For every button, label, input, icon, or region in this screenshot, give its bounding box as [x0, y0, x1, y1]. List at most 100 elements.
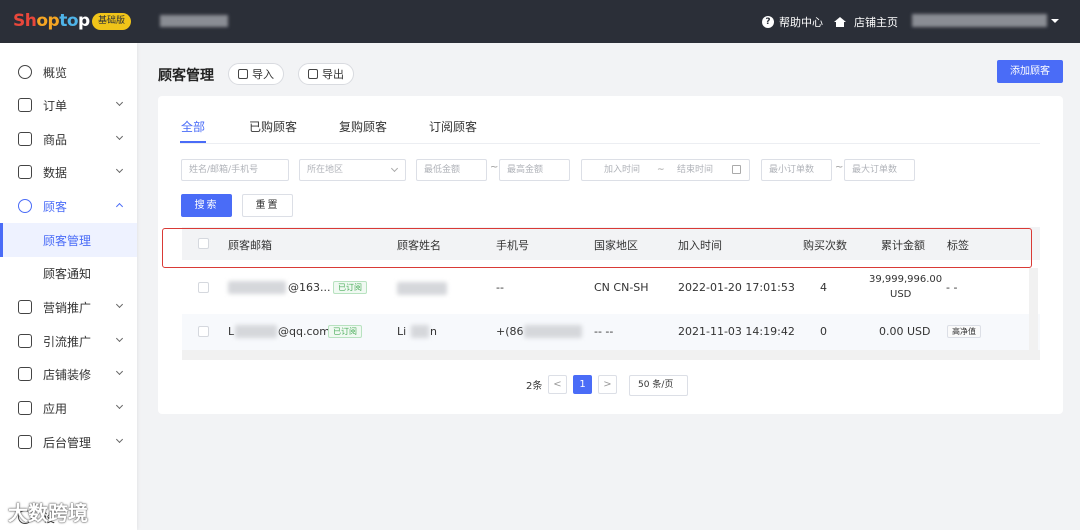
plan-badge: 基础版: [92, 13, 132, 30]
tab-subscribed[interactable]: 订阅顾客: [429, 118, 477, 135]
range-separator: ~: [490, 162, 499, 173]
admin-icon: [18, 435, 32, 449]
sidebar-item-traffic[interactable]: 引流推广: [0, 324, 137, 358]
reset-button[interactable]: 重置: [242, 194, 293, 217]
watermark: 大数跨境: [8, 501, 88, 525]
name-redacted: [411, 325, 429, 338]
sidebar-item-overview[interactable]: 概览: [0, 55, 137, 89]
chevron-down-icon: [115, 132, 124, 141]
home-icon: [834, 16, 846, 27]
import-button[interactable]: 导入: [228, 63, 284, 85]
amount-cell: 39,999,996.00: [869, 274, 943, 285]
row-checkbox[interactable]: [198, 326, 209, 337]
calendar-icon: [732, 165, 741, 174]
tag-cell: - -: [946, 281, 958, 294]
add-customer-button[interactable]: 添加顾客: [997, 60, 1063, 83]
sidebar-item-customers[interactable]: 顾客: [0, 189, 137, 223]
active-tab-indicator: [180, 141, 206, 143]
top-bar: Shoptop 基础版 ? 帮助中心 店铺主页: [0, 0, 1080, 43]
chevron-down-icon: [115, 300, 124, 309]
range-separator: ~: [835, 162, 844, 173]
region-cell: CN CN-SH: [594, 281, 649, 294]
total-count: 2条: [526, 381, 543, 392]
joined-cell: 2021-11-03 14:19:42: [678, 325, 795, 338]
help-center-link[interactable]: ? 帮助中心: [762, 14, 823, 30]
chevron-down-icon: [115, 367, 124, 376]
tag-badge: 高净值: [947, 325, 981, 338]
shoptop-logo[interactable]: Shoptop: [13, 11, 90, 31]
email-prefix: L: [228, 325, 235, 338]
customer-icon: [18, 199, 32, 213]
sidebar-item-apps[interactable]: 应用: [0, 391, 137, 425]
sidebar: 概览 订单 商品 数据 顾客 顾客管理 顾客通知 营销推广 引流推广 店铺装修: [0, 43, 137, 530]
export-button[interactable]: 导出: [298, 63, 354, 85]
chevron-down-icon: [390, 164, 399, 173]
chevron-up-icon: [115, 202, 124, 211]
region-select[interactable]: 所在地区: [299, 159, 406, 181]
horizontal-scrollbar[interactable]: [182, 350, 1040, 360]
table-header-highlight: [162, 228, 1032, 268]
sidebar-item-customer-management[interactable]: 顾客管理: [0, 223, 137, 257]
name-redacted: [397, 282, 447, 295]
join-date-range-picker[interactable]: 加入时间 ~ 结束时间: [581, 159, 750, 181]
product-icon: [18, 132, 32, 146]
phone-cell: +(86: [496, 325, 524, 338]
tab-purchased[interactable]: 已购顾客: [249, 118, 297, 135]
vertical-scrollbar[interactable]: [1029, 268, 1038, 352]
compass-icon: [18, 65, 32, 79]
sidebar-item-data[interactable]: 数据: [0, 155, 137, 189]
chevron-down-icon: [115, 165, 124, 174]
chevron-down-icon: [115, 98, 124, 107]
row-checkbox[interactable]: [198, 282, 209, 293]
email-cell: @163...: [288, 281, 331, 294]
account-redacted[interactable]: [912, 14, 1047, 27]
email-cell: @qq.com: [278, 325, 330, 338]
amount-currency-cell: USD: [890, 289, 912, 300]
subscribed-badge: 已订阅: [328, 325, 362, 338]
page-size-select[interactable]: 50 条/页: [629, 375, 688, 396]
phone-redacted: [524, 325, 582, 338]
order-icon: [18, 98, 32, 112]
sidebar-item-products[interactable]: 商品: [0, 122, 137, 156]
tab-all[interactable]: 全部: [181, 118, 205, 135]
chevron-down-icon: [115, 435, 124, 444]
next-page-button[interactable]: >: [598, 375, 617, 394]
joined-cell: 2022-01-20 17:01:53: [678, 281, 795, 294]
email-redacted: [228, 281, 286, 294]
max-amount-input[interactable]: 最高金额: [499, 159, 570, 181]
store-home-link[interactable]: 店铺主页: [834, 14, 898, 30]
keyword-search-input[interactable]: 姓名/邮箱/手机号: [181, 159, 289, 181]
chevron-down-icon: [115, 334, 124, 343]
tab-divider: [180, 143, 1040, 144]
prev-page-button[interactable]: <: [548, 375, 567, 394]
orders-cell: 4: [820, 281, 827, 294]
traffic-icon: [18, 334, 32, 348]
apps-icon: [18, 401, 32, 415]
import-icon: [238, 69, 248, 79]
max-orders-input[interactable]: 最大订单数: [844, 159, 915, 181]
chevron-down-icon: [115, 401, 124, 410]
decoration-icon: [18, 367, 32, 381]
table-row[interactable]: L @qq.com 已订阅 Li n +(86 -- -- 2021-11-03…: [182, 314, 1040, 350]
search-button[interactable]: 搜索: [181, 194, 232, 217]
data-icon: [18, 165, 32, 179]
account-dropdown-icon[interactable]: [1051, 19, 1059, 23]
marketing-icon: [18, 300, 32, 314]
name-cell-end: n: [430, 325, 437, 338]
sidebar-item-customer-notification[interactable]: 顾客通知: [0, 256, 137, 290]
page-1-button[interactable]: 1: [573, 375, 592, 394]
subscribed-badge: 已订阅: [333, 281, 367, 294]
email-redacted: [235, 325, 277, 338]
sidebar-item-marketing[interactable]: 营销推广: [0, 290, 137, 324]
tab-repurchase[interactable]: 复购顾客: [339, 118, 387, 135]
orders-cell: 0: [820, 325, 827, 338]
min-amount-input[interactable]: 最低金额: [416, 159, 487, 181]
page-title: 顾客管理: [158, 68, 214, 84]
name-cell-start: Li: [397, 325, 407, 338]
sidebar-item-orders[interactable]: 订单: [0, 88, 137, 122]
phone-cell: --: [496, 281, 504, 294]
table-row[interactable]: @163... 已订阅 -- CN CN-SH 2022-01-20 17:01…: [182, 270, 1040, 306]
min-orders-input[interactable]: 最小订单数: [761, 159, 832, 181]
sidebar-item-decoration[interactable]: 店铺装修: [0, 357, 137, 391]
sidebar-item-admin[interactable]: 后台管理: [0, 425, 137, 459]
